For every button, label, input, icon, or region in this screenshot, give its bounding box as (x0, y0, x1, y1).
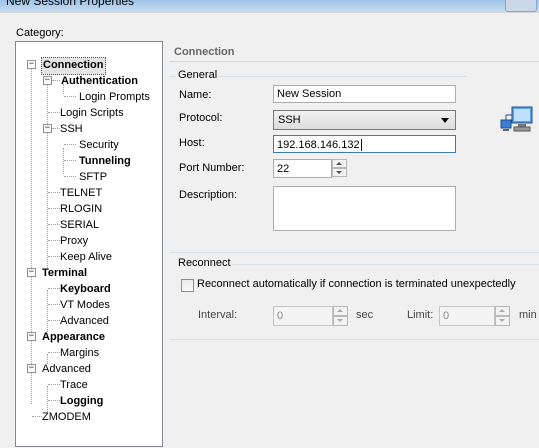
collapse-authentication-icon[interactable]: − (43, 76, 52, 85)
tree-item-terminal-advanced[interactable]: Advanced (60, 313, 109, 329)
tree-item-label: Connection (43, 59, 104, 71)
tree-item-advanced[interactable]: Advanced (42, 361, 91, 377)
tree-item-label: Keyboard (60, 283, 111, 295)
interval-label: Interval: (198, 309, 238, 321)
description-label: Description: (179, 189, 238, 201)
tree-item-keyboard[interactable]: Keyboard (60, 281, 111, 297)
tree-item-label: Proxy (60, 235, 89, 247)
limit-label: Limit: (407, 309, 434, 321)
arrow-up-icon (336, 162, 342, 165)
tree-item-label: Login Scripts (60, 107, 124, 119)
tree-item-login-prompts[interactable]: Login Prompts (79, 89, 150, 105)
tree-item-keep-alive[interactable]: Keep Alive (60, 249, 112, 265)
tree-item-login-scripts[interactable]: Login Scripts (60, 105, 124, 121)
port-number-field[interactable] (273, 159, 332, 178)
arrow-down-icon (336, 171, 342, 174)
tree-item-appearance[interactable]: Appearance (42, 329, 105, 345)
tree-item-rlogin[interactable]: RLOGIN (60, 201, 102, 217)
general-group-label: General (178, 69, 218, 81)
tree-item-label: Security (79, 139, 119, 151)
collapse-connection-icon[interactable]: − (27, 60, 36, 69)
host-label: Host: (179, 137, 205, 149)
chevron-down-icon (441, 118, 449, 123)
interval-spin-up-button[interactable] (333, 306, 348, 316)
port-spin-down-button[interactable] (332, 168, 347, 177)
tree-item-trace[interactable]: Trace (60, 377, 88, 393)
tree-item-label: Logging (60, 395, 104, 407)
reconnect-group-label: Reconnect (178, 257, 231, 269)
protocol-label: Protocol: (179, 112, 223, 124)
panel-title: Connection (169, 43, 539, 62)
min-unit-label: min (519, 309, 537, 321)
interval-spin-down-button[interactable] (333, 316, 348, 326)
sec-unit-label: sec (356, 309, 374, 321)
tree-item-label: ZMODEM (42, 411, 91, 423)
tree-item-label: SERIAL (60, 219, 100, 231)
tree-item-label: Tunneling (79, 155, 131, 167)
interval-field[interactable] (273, 306, 333, 326)
tree-item-label: TELNET (60, 187, 103, 199)
tree-item-label: RLOGIN (60, 203, 103, 215)
limit-field[interactable] (439, 306, 495, 326)
name-field[interactable] (273, 85, 456, 103)
tree-item-label: SFTP (79, 171, 108, 183)
tree-item-zmodem[interactable]: ZMODEM (42, 409, 91, 425)
tree-item-authentication[interactable]: Authentication (61, 73, 138, 89)
network-computers-icon (500, 106, 533, 132)
port-spin-up-button[interactable] (332, 159, 347, 168)
protocol-select[interactable]: SSH (273, 110, 456, 130)
tree-item-margins[interactable]: Margins (60, 345, 99, 361)
collapse-appearance-icon[interactable]: − (27, 332, 36, 341)
arrow-down-icon (499, 319, 505, 322)
close-button[interactable] (505, 0, 537, 12)
tree-item-vt-modes[interactable]: VT Modes (60, 297, 110, 313)
window-title: New Session Properties (6, 0, 135, 8)
tree-item-label: Terminal (42, 267, 88, 279)
arrow-down-icon (337, 319, 343, 322)
tree-item-label: Margins (60, 347, 100, 359)
collapse-advanced-icon[interactable]: − (27, 364, 36, 373)
tree-item-logging[interactable]: Logging (60, 393, 103, 409)
tree-item-label: Appearance (42, 331, 105, 343)
limit-spin-up-button[interactable] (495, 306, 510, 316)
host-value: 192.168.146.132 (277, 139, 360, 151)
session-properties-dialog: Category: − − − − − − Connection Authent… (0, 12, 539, 448)
tree-item-label: Login Prompts (79, 91, 150, 103)
port-number-label: Port Number: (179, 162, 245, 174)
tree-item-telnet[interactable]: TELNET (60, 185, 102, 201)
tree-item-label: Advanced (42, 363, 91, 375)
host-field[interactable]: 192.168.146.132 (273, 135, 456, 153)
tree-item-label: Authentication (61, 75, 138, 87)
category-tree[interactable]: − − − − − − Connection Authentication Lo… (15, 41, 163, 447)
tree-item-tunneling[interactable]: Tunneling (79, 153, 131, 169)
tree-item-label: Keep Alive (60, 251, 112, 263)
description-field[interactable] (273, 186, 456, 231)
arrow-up-icon (499, 309, 505, 312)
tree-item-terminal[interactable]: Terminal (42, 265, 87, 281)
category-label: Category: (16, 27, 64, 39)
collapse-ssh-icon[interactable]: − (43, 124, 52, 133)
title-bar: New Session Properties (0, 0, 539, 12)
reconnect-checkbox-label: Reconnect automatically if connection is… (197, 278, 516, 290)
name-label: Name: (179, 89, 212, 101)
tree-item-label: Trace (60, 379, 88, 391)
arrow-up-icon (337, 309, 343, 312)
protocol-value: SSH (278, 114, 301, 126)
collapse-terminal-icon[interactable]: − (27, 268, 36, 277)
tree-item-label: Advanced (60, 315, 109, 327)
tree-item-serial[interactable]: SERIAL (60, 217, 99, 233)
reconnect-checkbox[interactable] (181, 279, 194, 292)
tree-item-security[interactable]: Security (79, 137, 119, 153)
tree-item-label: SSH (60, 123, 83, 135)
tree-item-proxy[interactable]: Proxy (60, 233, 88, 249)
tree-item-label: VT Modes (60, 299, 110, 311)
text-caret (360, 139, 362, 152)
tree-item-ssh[interactable]: SSH (60, 121, 83, 137)
limit-spin-down-button[interactable] (495, 316, 510, 326)
tree-item-sftp[interactable]: SFTP (79, 169, 107, 185)
